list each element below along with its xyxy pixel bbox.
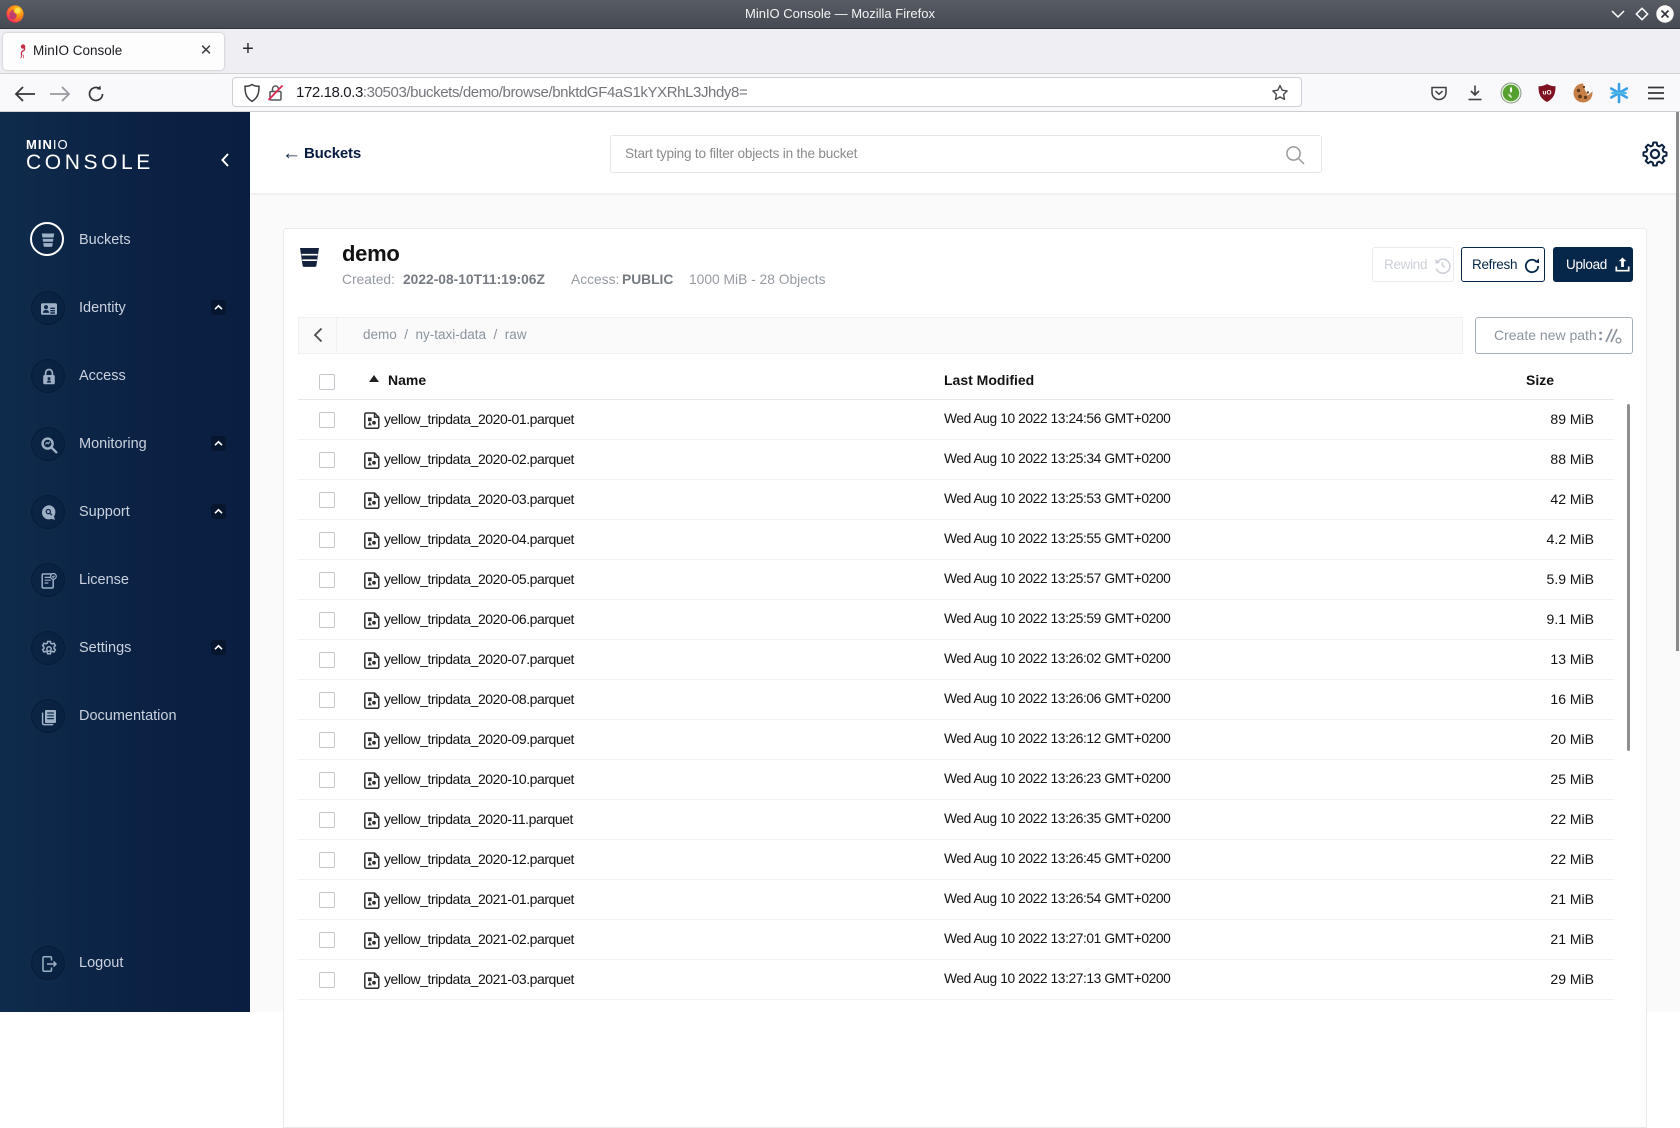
svg-text:uO: uO <box>1542 90 1551 97</box>
